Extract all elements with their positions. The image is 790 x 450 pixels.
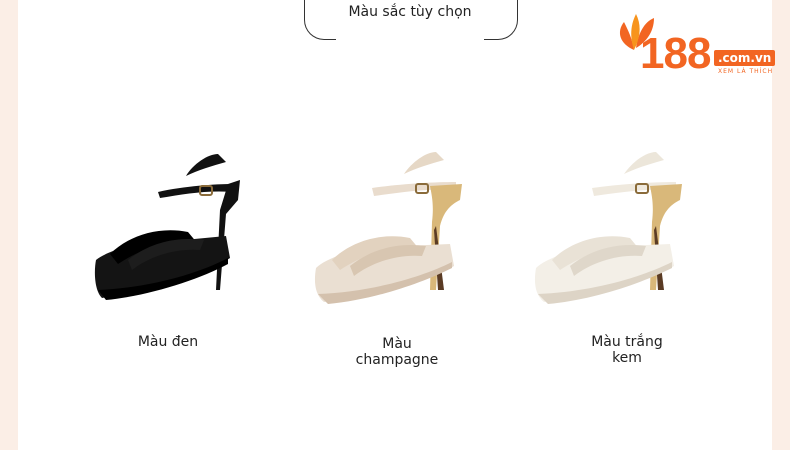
caption-black: Màu đen	[137, 334, 199, 350]
logo-number: 188	[640, 29, 711, 78]
cream-sandal-image[interactable]	[532, 140, 692, 310]
logo-tagline: XEM LÀ THÍCH	[718, 68, 774, 75]
black-sandal-image[interactable]	[88, 140, 248, 310]
brand-logo[interactable]: 188 .com.vn XEM LÀ THÍCH	[610, 10, 790, 80]
champagne-sandal-image[interactable]	[312, 140, 472, 310]
section-title: Màu sắc tùy chọn	[348, 4, 472, 20]
caption-champagne: Màu champagne	[355, 336, 439, 368]
logo-domain: .com.vn	[714, 50, 776, 66]
caption-cream: Màu trắng kem	[591, 334, 663, 366]
